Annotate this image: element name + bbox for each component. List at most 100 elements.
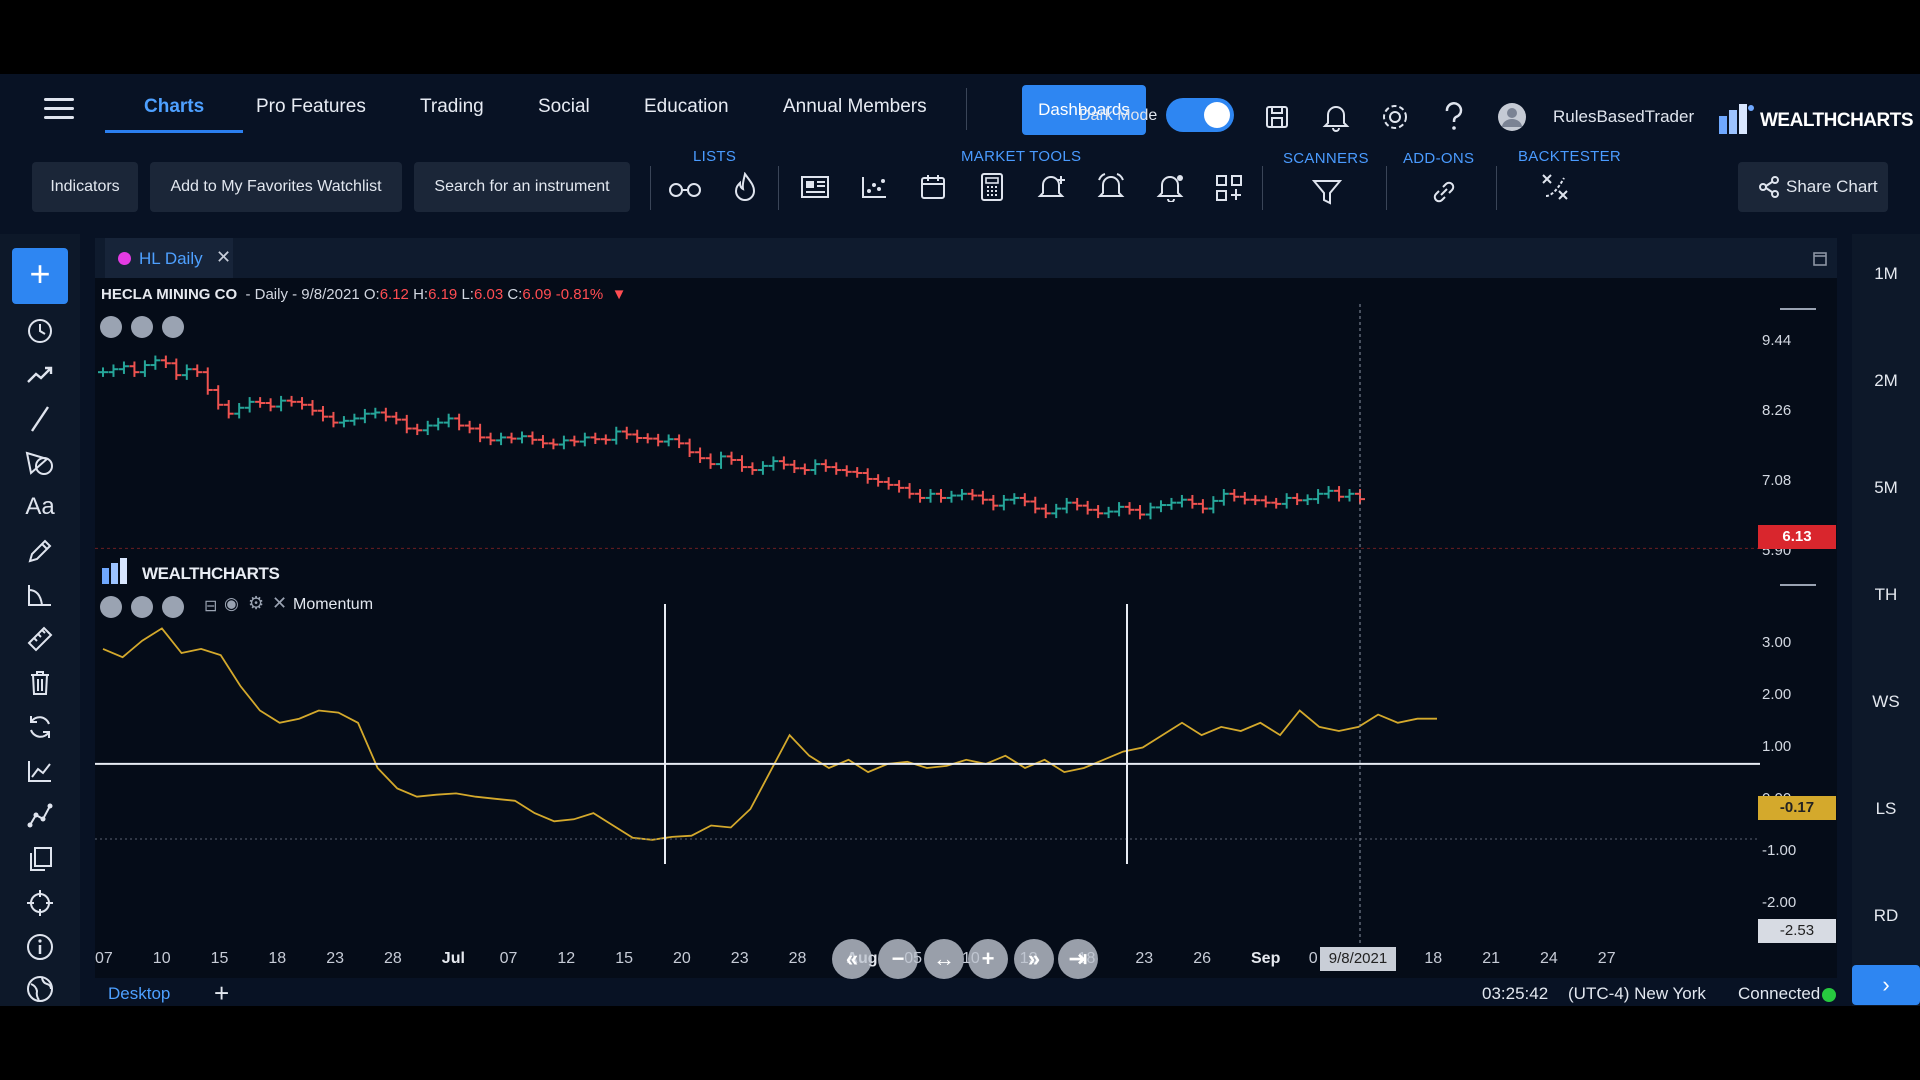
info-icon[interactable] xyxy=(18,930,62,964)
history-clock-icon[interactable] xyxy=(18,314,62,348)
angle-tool-icon[interactable] xyxy=(18,578,62,612)
alert-list-bell-icon[interactable] xyxy=(1156,172,1186,202)
notification-bell-icon[interactable] xyxy=(1322,102,1350,132)
addons-link-icon[interactable] xyxy=(1430,178,1458,206)
nav-social[interactable]: Social xyxy=(538,96,590,118)
path-tool-icon[interactable] xyxy=(18,798,62,832)
price-bar xyxy=(632,429,643,443)
price-bar xyxy=(412,423,423,436)
high-label: H: xyxy=(413,286,429,303)
zoom-out-icon[interactable]: − xyxy=(878,939,918,979)
chart-tab-bar: HL Daily ✕ xyxy=(95,238,1837,278)
save-icon[interactable] xyxy=(1264,104,1290,130)
price-axis-label: 7.08 xyxy=(1762,472,1792,489)
backtester-icon[interactable] xyxy=(1540,172,1570,202)
pane-resize-handle[interactable] xyxy=(1780,584,1816,586)
backtester-group-label: BACKTESTER xyxy=(1518,148,1622,165)
add-workspace-icon[interactable]: + xyxy=(214,978,229,1009)
glasses-watchlist-icon[interactable] xyxy=(668,177,702,199)
price-bar xyxy=(202,367,213,395)
scanner-filter-icon[interactable] xyxy=(1312,178,1342,206)
line-tool-icon[interactable] xyxy=(18,402,62,436)
settings-gear-icon[interactable] xyxy=(1380,102,1410,132)
username[interactable]: RulesBasedTrader xyxy=(1553,107,1694,127)
nav-trading[interactable]: Trading xyxy=(420,96,484,118)
price-bar xyxy=(265,398,276,412)
time-axis-label: 23 xyxy=(730,950,749,967)
price-scale-handle[interactable] xyxy=(1780,308,1816,310)
globe-icon[interactable] xyxy=(18,972,62,1006)
workspace-tab-desktop[interactable]: Desktop xyxy=(108,984,170,1004)
time-axis-label: 23 xyxy=(326,950,344,967)
help-icon[interactable] xyxy=(1442,102,1466,132)
timeframe-5m[interactable]: 5M xyxy=(1852,478,1920,498)
trend-tool-icon[interactable] xyxy=(18,358,62,392)
indicators-button[interactable]: Indicators xyxy=(32,162,138,212)
instrument-search-button[interactable]: Search for an instrument xyxy=(414,162,630,212)
price-bar xyxy=(1166,497,1177,510)
price-bar xyxy=(517,431,527,444)
target-crosshair-icon[interactable] xyxy=(18,886,62,920)
calendar-icon[interactable] xyxy=(919,173,947,201)
timeframe-1m[interactable]: 1M xyxy=(1852,264,1920,284)
ruler-tool-icon[interactable] xyxy=(18,622,62,656)
user-avatar-icon[interactable] xyxy=(1497,102,1527,132)
price-bar xyxy=(1019,493,1030,507)
price-bar xyxy=(883,477,894,490)
nav-pro-features[interactable]: Pro Features xyxy=(256,96,366,118)
close-tab-icon[interactable]: ✕ xyxy=(216,247,231,268)
chart-canvas[interactable] xyxy=(95,304,1760,944)
price-bar xyxy=(663,434,674,447)
time-axis-label: 07 xyxy=(499,950,518,967)
price-bar xyxy=(1176,494,1187,508)
wealthcharts-logo-icon xyxy=(1719,104,1754,134)
time-axis-label: 10 xyxy=(152,950,171,967)
timeframe-ws[interactable]: WS xyxy=(1852,692,1920,712)
expand-right-panel-button[interactable]: › xyxy=(1852,965,1920,1005)
timeframe-ls[interactable]: LS xyxy=(1852,799,1920,819)
dark-mode-toggle[interactable] xyxy=(1166,98,1234,132)
price-bar xyxy=(894,480,905,493)
chart-tab[interactable]: HL Daily ✕ xyxy=(105,238,233,278)
share-chart-button[interactable]: Share Chart xyxy=(1738,162,1888,212)
price-bar xyxy=(1271,497,1282,509)
fit-range-icon[interactable]: ↔ xyxy=(924,939,964,979)
price-bar xyxy=(150,355,161,370)
scroll-forward-icon[interactable]: » xyxy=(1014,939,1054,979)
calculator-icon[interactable] xyxy=(979,172,1005,202)
copy-icon[interactable] xyxy=(18,842,62,876)
price-bar xyxy=(338,416,349,428)
jump-to-latest-icon[interactable]: ⇥ xyxy=(1058,939,1098,979)
timezone[interactable]: (UTC-4) New York xyxy=(1568,984,1706,1004)
line-chart-icon[interactable] xyxy=(18,754,62,788)
scroll-back-icon[interactable]: « xyxy=(832,939,872,979)
pencil-tool-icon[interactable] xyxy=(18,534,62,568)
text-tool-icon[interactable]: Aa xyxy=(18,490,62,524)
maximize-panel-icon[interactable] xyxy=(1813,252,1827,266)
timeframe-rd[interactable]: RD xyxy=(1852,906,1920,926)
trash-icon[interactable] xyxy=(18,666,62,700)
toolbar-divider xyxy=(778,166,779,210)
momentum-axis-label: -2.00 xyxy=(1762,894,1797,911)
crosshair-plus-tool[interactable]: + xyxy=(12,248,68,304)
timeframe-th[interactable]: TH xyxy=(1852,585,1920,605)
shapes-tool-icon[interactable] xyxy=(18,446,62,480)
scatter-chart-icon[interactable] xyxy=(860,174,888,200)
grid-layout-icon[interactable] xyxy=(1214,173,1244,203)
hamburger-menu-icon[interactable] xyxy=(44,98,74,120)
refresh-icon[interactable] xyxy=(18,710,62,744)
share-icon xyxy=(1759,176,1779,198)
news-icon[interactable] xyxy=(800,174,830,200)
nav-education[interactable]: Education xyxy=(644,96,729,118)
zoom-in-icon[interactable]: + xyxy=(968,939,1008,979)
hot-list-flame-icon[interactable] xyxy=(732,172,758,202)
timeframe-2m[interactable]: 2M xyxy=(1852,371,1920,391)
nav-annual-members[interactable]: Annual Members xyxy=(783,96,927,118)
price-bar xyxy=(946,490,957,503)
price-bar xyxy=(223,400,234,419)
add-alert-bell-icon[interactable] xyxy=(1037,172,1067,202)
ringing-alert-bell-icon[interactable] xyxy=(1096,172,1126,202)
add-to-favorites-button[interactable]: Add to My Favorites Watchlist xyxy=(150,162,402,212)
price-bar xyxy=(234,403,245,419)
nav-charts[interactable]: Charts xyxy=(144,96,204,118)
